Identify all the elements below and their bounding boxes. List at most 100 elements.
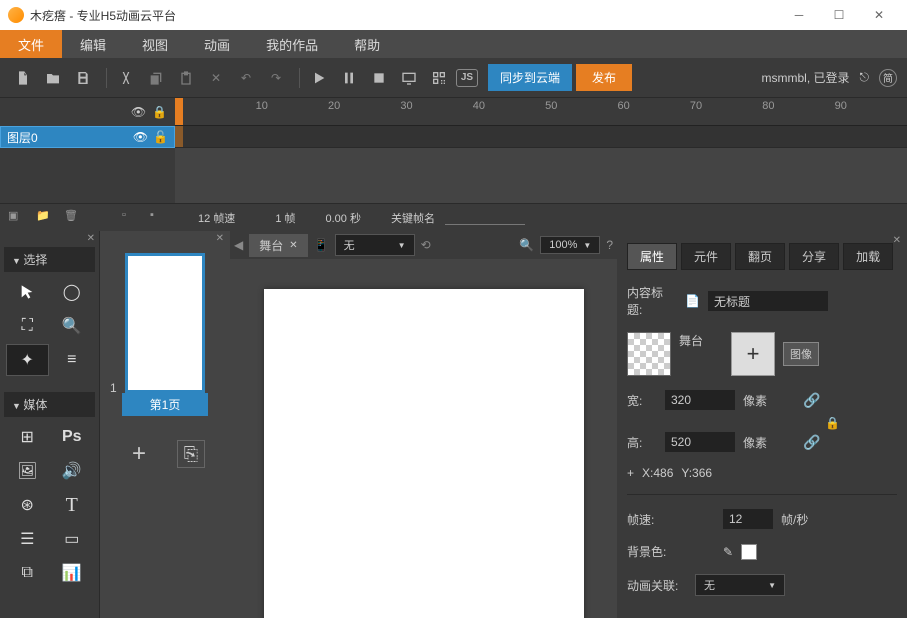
app-logo-icon [8,7,24,23]
title-input[interactable] [708,291,828,311]
link-wh-icon-2[interactable]: 🔗 [803,434,820,451]
arrow-tool-icon[interactable] [6,276,49,308]
play-icon[interactable] [306,65,332,91]
list-media-icon[interactable]: ☰ [6,523,49,555]
menu-works[interactable]: 我的作品 [248,30,336,58]
plus-indicator: + [627,466,634,480]
page-thumbnail[interactable] [125,253,205,393]
link-wh-icon[interactable]: 🔗 [803,392,820,409]
tab-share[interactable]: 分享 [789,243,839,270]
left-toolbox: ✕ 选择 ◯ ⛶ 🔍 ✦ ≡ 媒体 ⊞ Ps 🖼 🔊 ⊛ T ☰ ▭ ⧉ 📊 [0,231,100,618]
props-close-icon[interactable]: ✕ [893,235,901,246]
sync-button[interactable]: 同步到云端 [488,64,572,91]
menu-help[interactable]: 帮助 [336,30,398,58]
stop-icon[interactable] [366,65,392,91]
pages-close-icon[interactable]: ✕ [216,233,224,244]
remove-frame-icon[interactable]: ▪ [150,209,168,227]
add-folder-icon[interactable]: 📁 [36,209,54,227]
add-layer-icon[interactable]: ▣ [8,209,26,227]
search-icon[interactable]: 🔍 [519,238,534,252]
height-input[interactable] [665,432,735,452]
stage-canvas[interactable] [264,289,584,618]
chart-media-icon[interactable]: 📊 [51,557,94,589]
toolbox-close-icon[interactable]: ✕ [87,233,95,244]
title-label: 内容标题: [627,284,677,318]
close-button[interactable]: ✕ [859,0,899,30]
preview-icon[interactable] [396,65,422,91]
duplicate-page-button[interactable]: ⎘ [177,440,205,468]
lock-header-icon[interactable]: 🔒 [152,105,167,119]
px-label-1: 像素 [743,392,767,409]
zoom-select[interactable]: 100%▼ [540,236,600,254]
add-image-button[interactable]: + [731,332,775,376]
tab-properties[interactable]: 属性 [627,243,677,270]
timeline-ruler[interactable]: 10 20 30 40 50 60 70 80 90 [175,98,907,126]
redo-icon[interactable]: ↷ [263,65,289,91]
fps-input[interactable] [723,509,773,529]
open-file-icon[interactable] [40,65,66,91]
copy-icon[interactable] [143,65,169,91]
rotate-icon[interactable]: ⟲ [421,238,431,252]
lock-ratio-icon[interactable]: 🔒 [825,416,840,430]
shape-tool-icon[interactable]: ✦ [6,344,49,376]
crop-tool-icon[interactable]: ⛶ [6,310,49,342]
add-page-button[interactable]: + [125,440,153,468]
menu-view[interactable]: 视图 [124,30,186,58]
eyedropper-icon[interactable]: ✎ [723,545,733,559]
delete-layer-icon[interactable]: 🗑 [64,209,82,227]
lasso-tool-icon[interactable]: ◯ [51,276,94,308]
slide-media-icon[interactable]: ▭ [51,523,94,555]
grid-media-icon[interactable]: ⊞ [6,421,49,453]
bgcolor-swatch[interactable] [741,544,757,560]
animlink-select[interactable]: 无▼ [695,574,785,596]
audio-media-icon[interactable]: 🔊 [51,455,94,487]
lang-icon[interactable]: 简 [879,69,897,87]
menu-edit[interactable]: 编辑 [62,30,124,58]
tab-prev-icon[interactable]: ◀ [234,238,243,252]
new-file-icon[interactable] [10,65,36,91]
layer-visible-icon[interactable]: 👁 [133,130,148,144]
visibility-header-icon[interactable]: 👁 [131,105,146,119]
layer-row[interactable]: 图层0 👁 🔓 [0,126,175,148]
menu-anim[interactable]: 动画 [186,30,248,58]
delete-icon[interactable]: ✕ [203,65,229,91]
insert-frame-icon[interactable]: ▫ [122,209,140,227]
undo-icon[interactable]: ↶ [233,65,259,91]
tab-symbols[interactable]: 元件 [681,243,731,270]
logout-icon[interactable]: ⎋ [860,70,870,85]
device-icon[interactable]: 📱 [314,238,329,252]
menu-file[interactable]: 文件 [0,30,62,58]
device-select[interactable]: 无▼ [335,234,415,256]
minimize-button[interactable]: ─ [779,0,819,30]
paste-icon[interactable] [173,65,199,91]
main-toolbar: ✕ ↶ ↷ JS 同步到云端 发布 msmmbl, 已登录 ⎋ 简 [0,58,907,98]
playhead-icon[interactable] [175,98,183,125]
help-icon[interactable]: ? [606,238,613,252]
media-section-header[interactable]: 媒体 [4,392,95,417]
layer-track[interactable] [175,126,907,148]
image-media-icon[interactable]: 🖼 [6,455,49,487]
select-section-header[interactable]: 选择 [4,247,95,272]
layer-lock-icon[interactable]: 🔓 [153,130,168,144]
close-tab-icon[interactable]: ✕ [289,240,297,251]
code-media-icon[interactable]: ⧉ [6,557,49,589]
tab-paging[interactable]: 翻页 [735,243,785,270]
canvas-area: ◀ 舞台✕ 📱 无▼ ⟲ 🔍 100%▼ ? [230,231,617,618]
save-icon[interactable] [70,65,96,91]
publish-button[interactable]: 发布 [576,64,632,91]
tab-load[interactable]: 加载 [843,243,893,270]
maximize-button[interactable]: ☐ [819,0,859,30]
ps-tool-icon[interactable]: Ps [51,421,94,453]
width-input[interactable] [665,390,735,410]
pause-icon[interactable] [336,65,362,91]
video-media-icon[interactable]: ⊛ [6,489,49,521]
cut-icon[interactable] [113,65,139,91]
keyframe-name-input[interactable] [445,211,525,225]
stage-tab[interactable]: 舞台✕ [249,234,307,257]
js-icon[interactable]: JS [456,69,478,87]
zoom-tool-icon[interactable]: 🔍 [51,310,94,342]
bg-thumbnail[interactable] [627,332,671,376]
align-tool-icon[interactable]: ≡ [51,344,94,376]
qr-icon[interactable] [426,65,452,91]
text-tool-icon[interactable]: T [51,489,94,521]
